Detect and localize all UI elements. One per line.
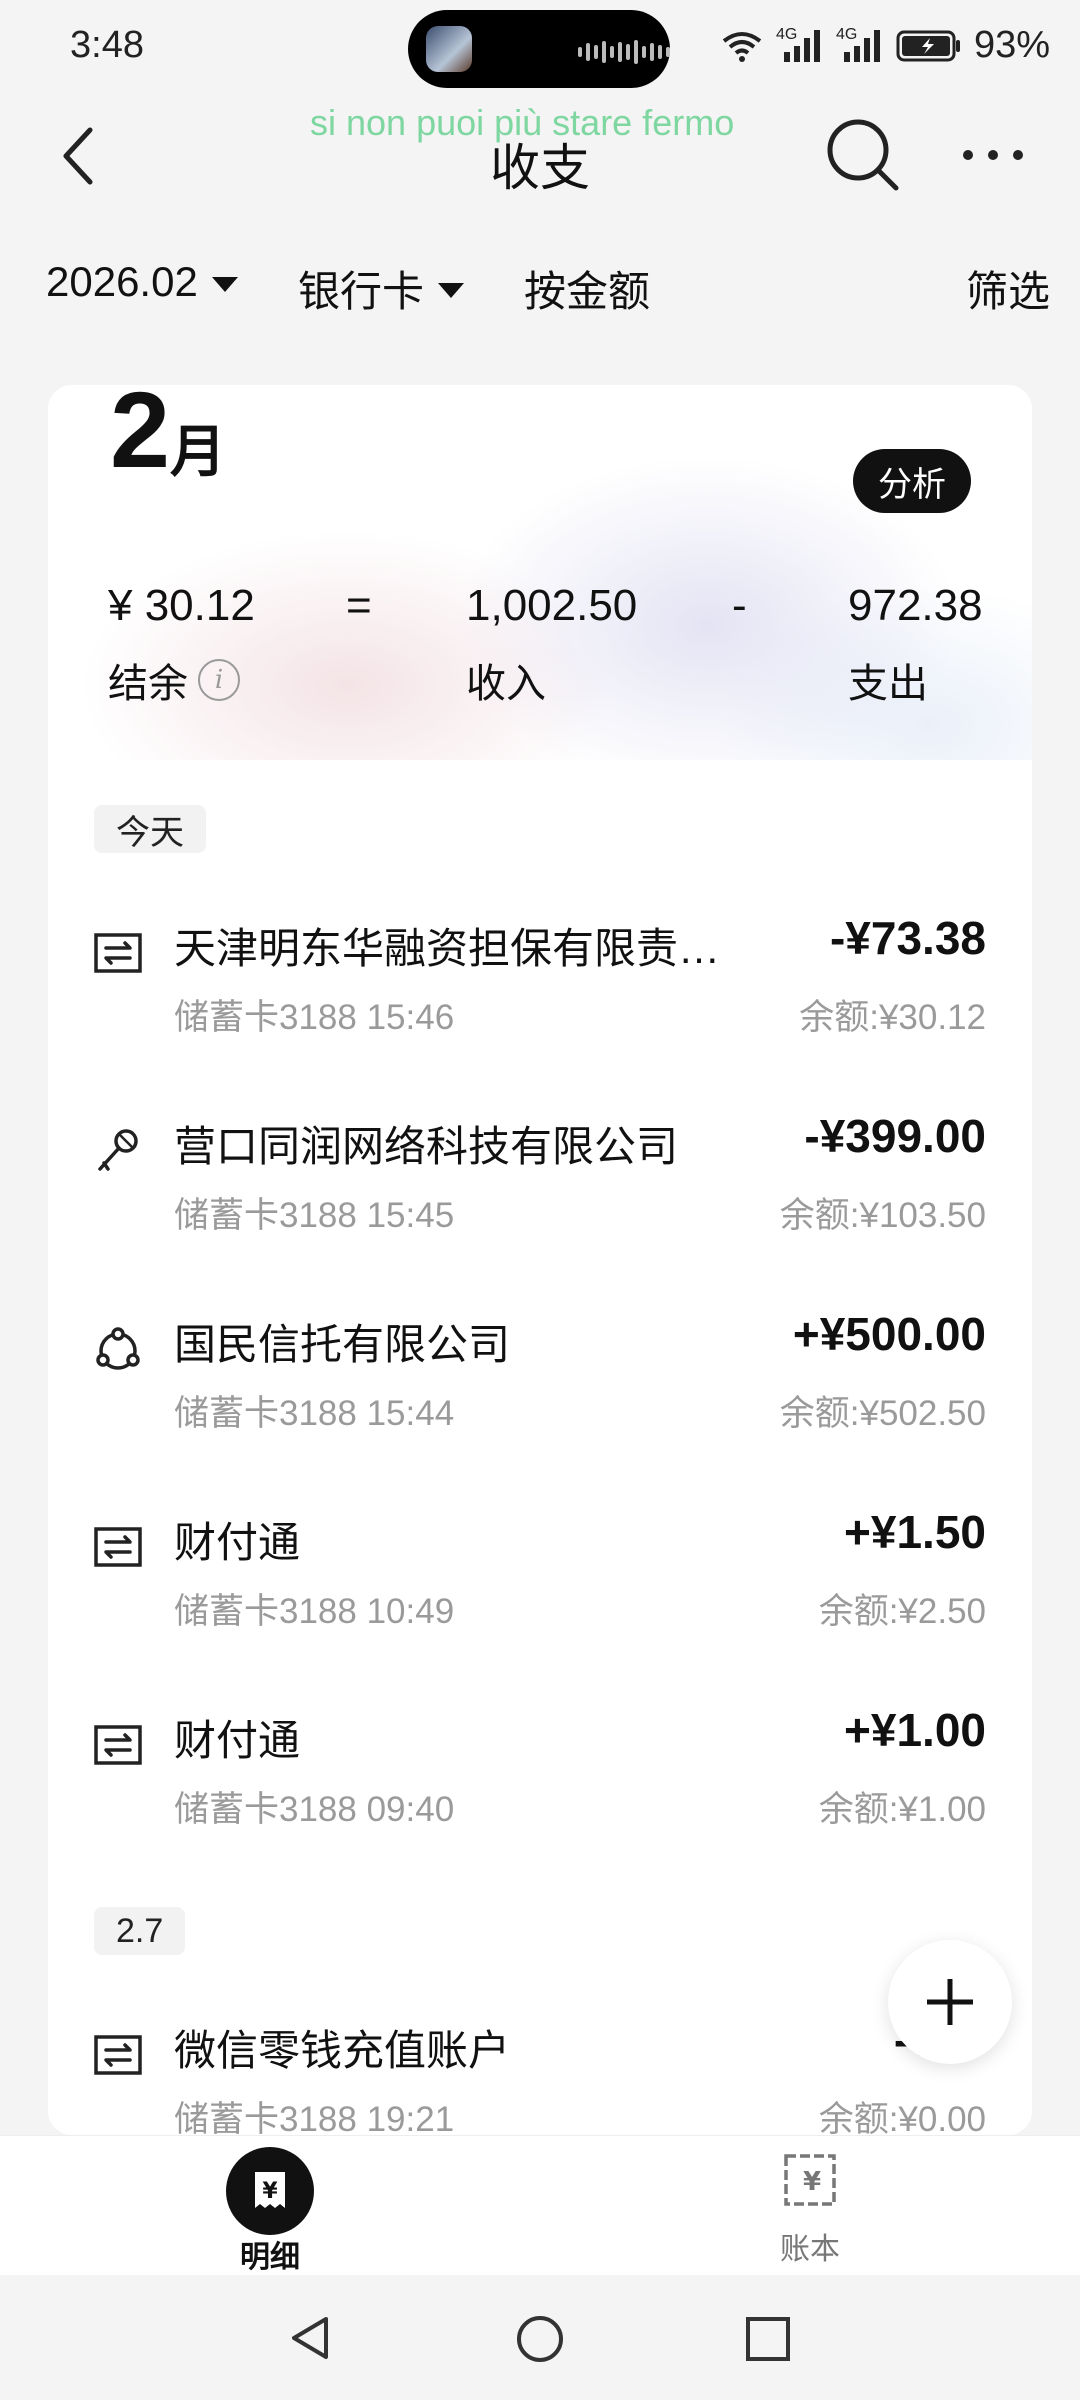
month-summary: 2 月 分析 ¥ 30.12 结余 i = 1,002.50 收入 - 972.… — [48, 385, 1032, 760]
balance-label: 结余 — [108, 662, 188, 706]
caret-down-icon — [211, 276, 238, 292]
ledger-icon: ¥ — [784, 2154, 836, 2206]
transaction-name: 国民信托有限公司 — [174, 1321, 511, 1368]
more-icon — [963, 150, 1023, 160]
more-button[interactable] — [958, 130, 1028, 180]
transfer-icon — [94, 1527, 142, 1567]
page-title: 收支 — [490, 140, 590, 196]
balance-value: ¥ 30.12 — [108, 581, 255, 630]
transaction-row[interactable]: 财付通 储蓄卡3188 10:49 +¥1.50 余额:¥2.50 — [48, 1499, 1032, 1649]
bottom-nav: ¥ 明细 ¥ 账本 — [0, 2135, 1080, 2276]
transaction-meta: 储蓄卡3188 09:40 — [174, 1790, 455, 1829]
caret-down-icon — [438, 283, 465, 298]
add-transaction-button[interactable] — [888, 1940, 1012, 2064]
month-dropdown[interactable]: 2026.02 — [46, 258, 238, 306]
transfer-icon — [94, 2035, 142, 2075]
transaction-amount: +¥500.00 — [792, 1308, 986, 1360]
transaction-row[interactable]: 微信零钱充值账户 储蓄卡3188 19:21 -¥50 余额:¥0.00 — [48, 2007, 1032, 2135]
transaction-meta: 储蓄卡3188 15:46 — [174, 998, 455, 1037]
expense-label: 支出 — [848, 662, 928, 706]
network-type-1: 4G — [775, 25, 798, 43]
nav-ledger[interactable]: ¥ 账本 — [700, 2136, 920, 2276]
account-dropdown[interactable]: 银行卡 — [298, 258, 465, 319]
transfer-icon — [94, 1725, 142, 1765]
transaction-meta: 储蓄卡3188 15:45 — [174, 1196, 455, 1235]
month-unit: 月 — [170, 420, 226, 483]
wifi-icon — [722, 31, 762, 62]
transaction-balance: 余额:¥1.00 — [818, 1790, 986, 1829]
transaction-name: 天津明东华融资担保有限责任公司 — [174, 925, 744, 972]
transaction-name: 营口同润网络科技有限公司 — [174, 1123, 679, 1170]
nav-detail[interactable]: ¥ 明细 — [160, 2136, 380, 2276]
filter-button[interactable]: 筛选 — [966, 258, 1050, 319]
microphone-icon — [98, 1129, 138, 1171]
battery-percent: 93% — [973, 24, 1050, 66]
cycle-icon — [96, 1327, 140, 1370]
analyze-button[interactable]: 分析 — [853, 449, 971, 513]
expense-value: 972.38 — [848, 581, 983, 630]
system-nav-bar — [0, 2275, 1080, 2400]
detail-icon: ¥ — [226, 2147, 314, 2235]
transaction-amount: +¥1.50 — [844, 1506, 986, 1558]
status-time: 3:48 — [70, 24, 144, 66]
dynamic-island[interactable] — [408, 10, 670, 88]
transaction-balance: 余额:¥2.50 — [818, 1592, 986, 1631]
balance-label-row: 结余 i — [108, 651, 240, 709]
transaction-name: 微信零钱充值账户 — [174, 2027, 511, 2074]
nav-ledger-label: 账本 — [780, 2233, 840, 2266]
transaction-name: 财付通 — [174, 1717, 301, 1764]
sort-label: 按金额 — [524, 268, 651, 315]
transaction-balance: 余额:¥502.50 — [779, 1394, 986, 1433]
system-back-icon[interactable] — [286, 2313, 336, 2363]
transaction-amount: -¥399.00 — [804, 1110, 986, 1162]
svg-text:¥: ¥ — [803, 2167, 821, 2197]
date-group-header: 今天 — [94, 805, 206, 853]
info-icon[interactable]: i — [198, 659, 240, 701]
search-icon — [827, 119, 899, 191]
income-label: 收入 — [466, 662, 546, 706]
month-dropdown-label: 2026.02 — [46, 258, 198, 305]
transfer-icon — [94, 933, 142, 973]
transaction-meta: 储蓄卡3188 15:44 — [174, 1394, 455, 1433]
network-type-2: 4G — [835, 25, 858, 43]
transaction-balance: 余额:¥30.12 — [799, 998, 986, 1037]
battery-icon — [896, 30, 960, 61]
transaction-row[interactable]: 财付通 储蓄卡3188 09:40 +¥1.00 余额:¥1.00 — [48, 1697, 1032, 1847]
transaction-row[interactable]: 天津明东华融资担保有限责任公司 储蓄卡3188 15:46 -¥73.38 余额… — [48, 905, 1032, 1055]
system-recents-icon[interactable] — [744, 2315, 792, 2363]
album-art — [426, 26, 472, 72]
month-number: 2 — [110, 385, 170, 490]
transaction-balance: 余额:¥103.50 — [779, 1196, 986, 1235]
signal-2: 4G — [836, 26, 884, 62]
transaction-meta: 储蓄卡3188 19:21 — [174, 2100, 455, 2135]
nav-detail-label: 明细 — [240, 2241, 300, 2274]
account-dropdown-label: 银行卡 — [298, 268, 425, 315]
transaction-meta: 储蓄卡3188 10:49 — [174, 1592, 455, 1631]
transaction-balance: 余额:¥0.00 — [818, 2100, 986, 2135]
income-value: 1,002.50 — [466, 581, 638, 630]
transaction-name: 财付通 — [174, 1519, 301, 1566]
date-group-header: 2.7 — [94, 1907, 186, 1955]
status-icons: 4G 4G 93% — [720, 24, 1050, 67]
transaction-row[interactable]: 营口同润网络科技有限公司 储蓄卡3188 15:45 -¥399.00 余额:¥… — [48, 1103, 1032, 1253]
svg-text:¥: ¥ — [262, 2179, 278, 2204]
minus-sign: - — [732, 581, 747, 630]
system-home-icon[interactable] — [514, 2313, 566, 2365]
sort-button[interactable]: 按金额 — [524, 258, 650, 319]
audio-wave-icon — [578, 40, 670, 64]
search-button[interactable] — [820, 112, 906, 198]
transactions-card: 2 月 分析 ¥ 30.12 结余 i = 1,002.50 收入 - 972.… — [48, 385, 1032, 2135]
equals-sign: = — [346, 581, 372, 630]
signal-1: 4G — [776, 26, 824, 62]
transaction-row[interactable]: 国民信托有限公司 储蓄卡3188 15:44 +¥500.00 余额:¥502.… — [48, 1301, 1032, 1451]
transaction-amount: +¥1.00 — [844, 1704, 986, 1756]
transaction-amount: -¥73.38 — [829, 912, 986, 964]
filter-label: 筛选 — [965, 268, 1050, 315]
filter-row: 2026.02 银行卡 按金额 筛选 — [46, 258, 1050, 318]
